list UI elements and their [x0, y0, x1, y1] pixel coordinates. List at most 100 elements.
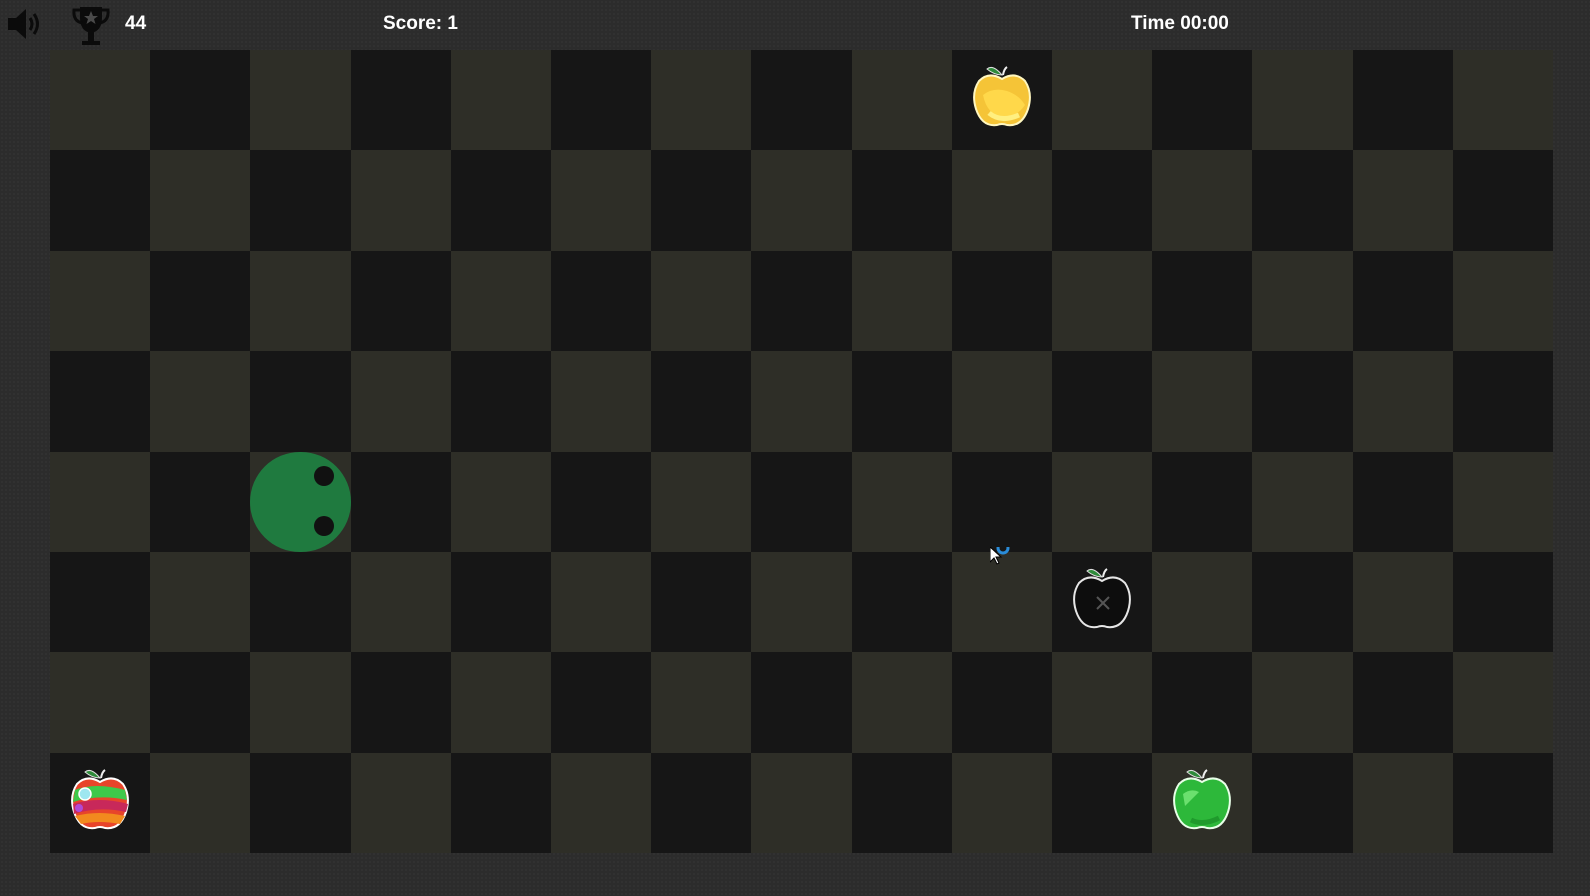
board-cell: [651, 752, 752, 854]
board-cell: [851, 50, 952, 151]
time-label: Time 00:00: [1131, 13, 1229, 34]
board-cell: [651, 250, 752, 352]
board-cell: [450, 652, 551, 753]
golden-apple-icon: [967, 61, 1037, 135]
board-cell: [350, 451, 451, 552]
board-cell: [50, 250, 151, 352]
board-cell: [851, 451, 952, 552]
board-cell: [50, 652, 151, 753]
board-cell: [751, 552, 852, 653]
board-cell: [651, 150, 752, 251]
board-cell: [1152, 652, 1253, 753]
board-cell: [50, 150, 151, 251]
board-cell: [1452, 150, 1553, 251]
board-cell: [1252, 451, 1353, 552]
board-cell: [851, 150, 952, 251]
snake-eye: [314, 515, 335, 536]
board-cell: [651, 652, 752, 753]
board-cell: [951, 652, 1052, 753]
board-cell: [1452, 50, 1553, 151]
board-cell: [1252, 552, 1353, 653]
board-cell: [951, 250, 1052, 352]
board-cell: [1452, 451, 1553, 552]
board-cell: [250, 250, 351, 352]
board-cell: [751, 451, 852, 552]
board-cell: [350, 351, 451, 452]
board-cell: [1052, 250, 1153, 352]
game-screen: 44 Score: 1 Time 00:00: [0, 0, 1590, 896]
mouse-cursor-icon: [989, 541, 1016, 573]
board-cell: [350, 50, 451, 151]
rainbow-apple-icon: [65, 764, 135, 838]
board-cell: [1352, 50, 1453, 151]
board-cell: [751, 351, 852, 452]
board-cell: [851, 250, 952, 352]
board-cell: [1052, 451, 1153, 552]
board-cell: [250, 652, 351, 753]
board-cell: [951, 451, 1052, 552]
board-cell: [1252, 250, 1353, 352]
board-cell: [951, 150, 1052, 251]
board-cell: [851, 351, 952, 452]
board-cell: [751, 250, 852, 352]
board-cell: [751, 752, 852, 854]
trophy-icon: [71, 4, 111, 48]
board-cell: [551, 451, 652, 552]
board-cell: [1252, 150, 1353, 251]
board-cell: [551, 652, 652, 753]
board-cell: [1152, 552, 1253, 653]
board-cell: [951, 351, 1052, 452]
board-cell: [851, 552, 952, 653]
board-cell: [150, 50, 251, 151]
board-cell: [250, 351, 351, 452]
board-cell: [1352, 150, 1453, 251]
board-cell: [1152, 50, 1253, 151]
board-cell: [651, 351, 752, 452]
board-cell: [1152, 150, 1253, 251]
board-cell: [1452, 250, 1553, 352]
board-cell: [350, 652, 451, 753]
board-cell: [150, 752, 251, 854]
board-cell: [450, 250, 551, 352]
board-cell: [551, 351, 652, 452]
board-cell: [350, 250, 451, 352]
board-cell: [951, 752, 1052, 854]
board-cell: [450, 351, 551, 452]
board-cell: [150, 552, 251, 653]
board-cell: [851, 652, 952, 753]
board-cell: [1052, 150, 1153, 251]
board-cell: [150, 351, 251, 452]
board-cell: [350, 752, 451, 854]
board-cell: [1052, 50, 1153, 151]
board-cell: [150, 652, 251, 753]
board-cell: [1252, 351, 1353, 452]
board-cell: [751, 652, 852, 753]
board-cell: [150, 250, 251, 352]
board-cell: [1452, 552, 1553, 653]
board-cell: [1152, 250, 1253, 352]
board-cell: [450, 451, 551, 552]
board-cell: [1252, 50, 1353, 151]
board-cell: [250, 150, 351, 251]
board-cell: [50, 351, 151, 452]
game-board[interactable]: [50, 50, 1553, 854]
best-score: 44: [125, 13, 147, 34]
board-cell: [150, 451, 251, 552]
board-cell: [651, 50, 752, 151]
black-apple-icon: [1067, 563, 1137, 637]
board-cell: [1052, 351, 1153, 452]
board-cell: [1152, 351, 1253, 452]
board-cell: [350, 552, 451, 653]
board-cell: [450, 50, 551, 151]
board-cell: [1052, 752, 1153, 854]
board-cell: [250, 752, 351, 854]
score-label: Score: 1: [383, 13, 458, 34]
board-cell: [150, 150, 251, 251]
board-cell: [1352, 752, 1453, 854]
green-apple-icon: [1167, 764, 1237, 838]
board-cell: [1052, 652, 1153, 753]
board-cell: [1252, 652, 1353, 753]
board-cell: [1352, 351, 1453, 452]
speaker-volume-icon[interactable]: [6, 6, 46, 42]
board-cell: [551, 150, 652, 251]
